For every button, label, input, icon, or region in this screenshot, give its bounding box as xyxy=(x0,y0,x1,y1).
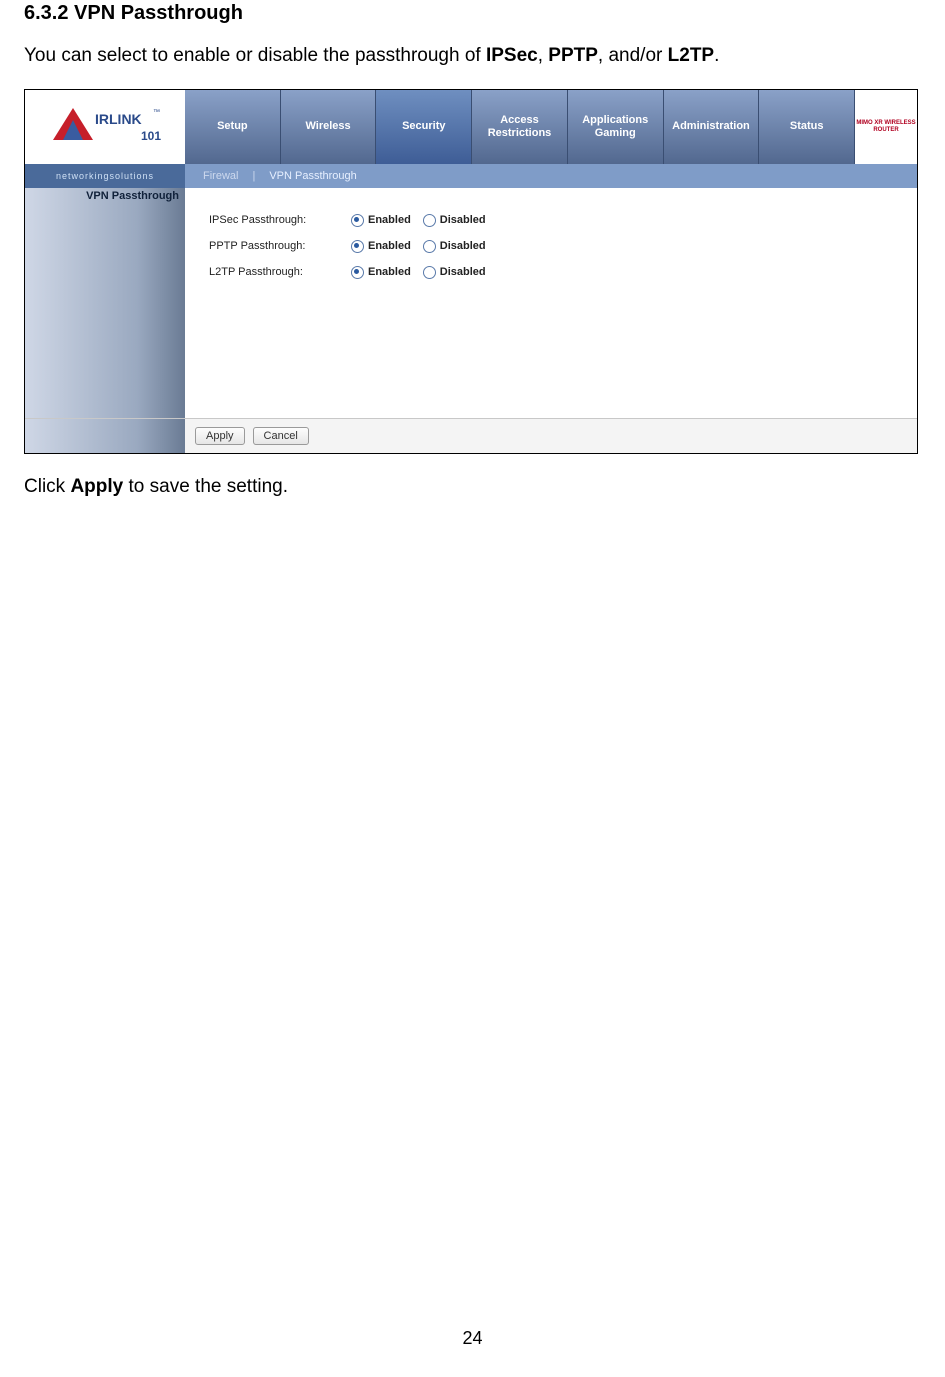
tab-wireless[interactable]: Wireless xyxy=(281,90,377,164)
tab-administration[interactable]: Administration xyxy=(664,90,760,164)
intro-sep2: , and/or xyxy=(598,45,668,66)
product-badge: MIMO XR WIRELESS ROUTER xyxy=(855,120,917,133)
radio-l2tp-enabled[interactable] xyxy=(351,266,364,279)
section-heading: 6.3.2 VPN Passthrough xyxy=(24,2,921,25)
svg-text:™: ™ xyxy=(153,109,160,116)
tab-status[interactable]: Status xyxy=(759,90,855,164)
radio-l2tp-disabled[interactable] xyxy=(423,266,436,279)
radio-pptp-enabled[interactable] xyxy=(351,240,364,253)
tab-applications-gaming[interactable]: Applications Gaming xyxy=(568,90,664,164)
radio-ipsec-enabled[interactable] xyxy=(351,214,364,227)
cancel-button[interactable]: Cancel xyxy=(253,427,309,445)
radio-label-l2tp-disabled: Disabled xyxy=(440,266,486,278)
radio-ipsec-disabled[interactable] xyxy=(423,214,436,227)
label-l2tp: L2TP Passthrough: xyxy=(209,266,339,278)
tab-access-restrictions[interactable]: Access Restrictions xyxy=(472,90,568,164)
row-ipsec: IPSec Passthrough: Enabled Disabled xyxy=(209,208,893,232)
router-admin-screenshot: IRLINK 101 ™ Setup Wireless Security Acc… xyxy=(24,89,918,454)
outro-post: to save the setting. xyxy=(123,476,288,497)
intro-bold-l2tp: L2TP xyxy=(668,45,714,66)
apply-button[interactable]: Apply xyxy=(195,427,245,445)
brand-tagline: networkingsolutions xyxy=(25,164,185,188)
intro-paragraph: You can select to enable or disable the … xyxy=(24,45,921,67)
radio-label-pptp-disabled: Disabled xyxy=(440,240,486,252)
radio-label-ipsec-disabled: Disabled xyxy=(440,214,486,226)
row-l2tp: L2TP Passthrough: Enabled Disabled xyxy=(209,260,893,284)
radio-label-l2tp-enabled: Enabled xyxy=(368,266,411,278)
page-number: 24 xyxy=(0,1328,945,1349)
label-ipsec: IPSec Passthrough: xyxy=(209,214,339,226)
row-pptp: PPTP Passthrough: Enabled Disabled xyxy=(209,234,893,258)
intro-bold-pptp: PPTP xyxy=(548,45,598,66)
radio-label-ipsec-enabled: Enabled xyxy=(368,214,411,226)
subtab-separator: | xyxy=(252,170,255,182)
outro-paragraph: Click Apply to save the setting. xyxy=(24,476,921,498)
tab-security[interactable]: Security xyxy=(376,90,472,164)
sidebar-section-label: VPN Passthrough xyxy=(86,190,179,202)
svg-text:101: 101 xyxy=(141,129,161,143)
subtab-firewall[interactable]: Firewal xyxy=(203,170,238,182)
airlink-logo-icon: IRLINK 101 ™ xyxy=(45,100,165,154)
intro-text: You can select to enable or disable the … xyxy=(24,45,486,66)
brand-logo: IRLINK 101 ™ xyxy=(25,90,185,164)
intro-bold-ipsec: IPSec xyxy=(486,45,538,66)
svg-text:IRLINK: IRLINK xyxy=(95,111,142,127)
radio-label-pptp-enabled: Enabled xyxy=(368,240,411,252)
tab-setup[interactable]: Setup xyxy=(185,90,281,164)
subtab-vpn-passthrough[interactable]: VPN Passthrough xyxy=(269,170,356,182)
outro-pre: Click xyxy=(24,476,70,497)
radio-pptp-disabled[interactable] xyxy=(423,240,436,253)
intro-sep1: , xyxy=(538,45,549,66)
label-pptp: PPTP Passthrough: xyxy=(209,240,339,252)
intro-end: . xyxy=(714,45,719,66)
outro-bold-apply: Apply xyxy=(70,476,123,497)
